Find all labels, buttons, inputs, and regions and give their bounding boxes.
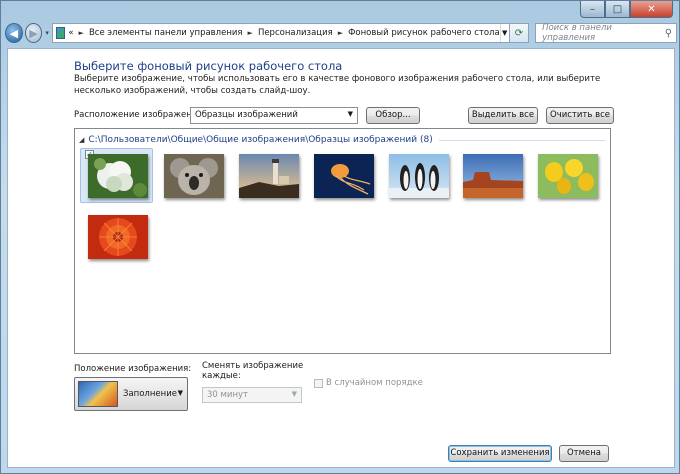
group-header[interactable]: ◢ C:\Пользователи\Общие\Общие изображени… <box>79 134 606 146</box>
cancel-button[interactable]: Отмена <box>559 445 609 462</box>
chevron-down-icon: ▼ <box>177 389 183 397</box>
caption-buttons: – □ ✕ <box>580 1 673 18</box>
group-divider <box>438 139 606 141</box>
thumbnail-desert[interactable] <box>463 154 523 198</box>
breadcrumb-separator-icon[interactable]: ► <box>248 29 253 37</box>
page-description: Выберите изображение, чтобы использовать… <box>74 74 601 96</box>
forward-arrow-icon: ▶ <box>29 26 38 40</box>
search-icon[interactable]: ⚲ <box>665 28 672 39</box>
location-row: Расположение изображения: Образцы изобра… <box>74 107 614 125</box>
shuffle-checkbox[interactable] <box>314 379 323 388</box>
breadcrumb-separator-icon[interactable]: ► <box>79 29 84 37</box>
fill-preview-icon <box>78 381 118 407</box>
interval-select[interactable]: 30 минут ▼ <box>202 387 302 403</box>
thumbnail-penguins[interactable] <box>389 154 449 198</box>
shuffle-label: В случайном порядке <box>326 378 423 388</box>
breadcrumb-personalization[interactable]: Персонализация <box>258 28 333 38</box>
breadcrumb-separator-icon[interactable]: ► <box>338 29 343 37</box>
back-arrow-icon: ◀ <box>9 26 19 40</box>
recent-pages-button[interactable]: ▾ <box>45 29 49 37</box>
save-changes-button[interactable]: Сохранить изменения <box>448 445 552 462</box>
browse-button[interactable]: Обзор... <box>366 107 420 124</box>
clear-all-button[interactable]: Очистить все <box>546 107 614 124</box>
interval-value: 30 минут <box>207 390 248 400</box>
position-label: Положение изображения: <box>74 364 192 374</box>
close-button[interactable]: ✕ <box>630 1 673 18</box>
thumbnail-chrysanthemum[interactable] <box>88 215 148 259</box>
thumbnail-hydrangeas[interactable] <box>88 154 148 198</box>
position-value: Заполнение <box>123 389 177 399</box>
refresh-button[interactable]: ⟳ <box>509 23 530 43</box>
navigation-bar: ◀ ▶ ▾ « ► Все элементы панели управления… <box>5 21 678 45</box>
select-all-button[interactable]: Выделить все <box>468 107 538 124</box>
address-overflow-chevron[interactable]: « <box>68 28 73 38</box>
picture-position-select[interactable]: Заполнение ▼ <box>74 377 188 411</box>
image-gallery: ◢ C:\Пользователи\Общие\Общие изображени… <box>74 128 611 354</box>
chevron-down-icon: ▼ <box>347 110 353 118</box>
thumbnail-lighthouse[interactable] <box>239 154 299 198</box>
location-label: Расположение изображения: <box>74 110 206 120</box>
search-placeholder: Поиск в панели управления <box>542 23 612 43</box>
minimize-button[interactable]: – <box>580 1 605 18</box>
window: – □ ✕ ◀ ▶ ▾ « ► Все элементы панели упра… <box>0 0 680 474</box>
forward-button[interactable]: ▶ <box>24 23 43 43</box>
change-interval-label: Сменять изображение каждые: <box>202 361 304 381</box>
location-select-value: Образцы изображений <box>195 110 298 120</box>
thumbnail-jellyfish[interactable] <box>314 154 374 198</box>
breadcrumb-all-control-panel-items[interactable]: Все элементы панели управления <box>89 28 243 38</box>
location-select[interactable]: Образцы изображений ▼ <box>190 107 358 124</box>
back-button[interactable]: ◀ <box>5 23 23 43</box>
address-dropdown-icon[interactable]: ▼ <box>499 24 509 42</box>
breadcrumb-desktop-background[interactable]: Фоновый рисунок рабочего стола <box>348 28 500 38</box>
control-panel-icon <box>55 27 66 39</box>
group-title: C:\Пользователи\Общие\Общие изображения\… <box>88 135 433 145</box>
chevron-down-icon: ▼ <box>291 390 297 398</box>
address-bar[interactable]: « ► Все элементы панели управления ► Пер… <box>51 23 510 43</box>
thumbnail-tulips[interactable] <box>538 154 598 198</box>
thumbnail-koala[interactable] <box>164 154 224 198</box>
content-pane: Выберите фоновый рисунок рабочего стола … <box>7 48 675 468</box>
maximize-button[interactable]: □ <box>605 1 630 18</box>
collapse-triangle-icon[interactable]: ◢ <box>79 136 84 144</box>
search-box[interactable]: Поиск в панели управления ⚲ <box>535 23 678 43</box>
refresh-icon: ⟳ <box>514 27 524 39</box>
page-title: Выберите фоновый рисунок рабочего стола <box>74 59 343 73</box>
